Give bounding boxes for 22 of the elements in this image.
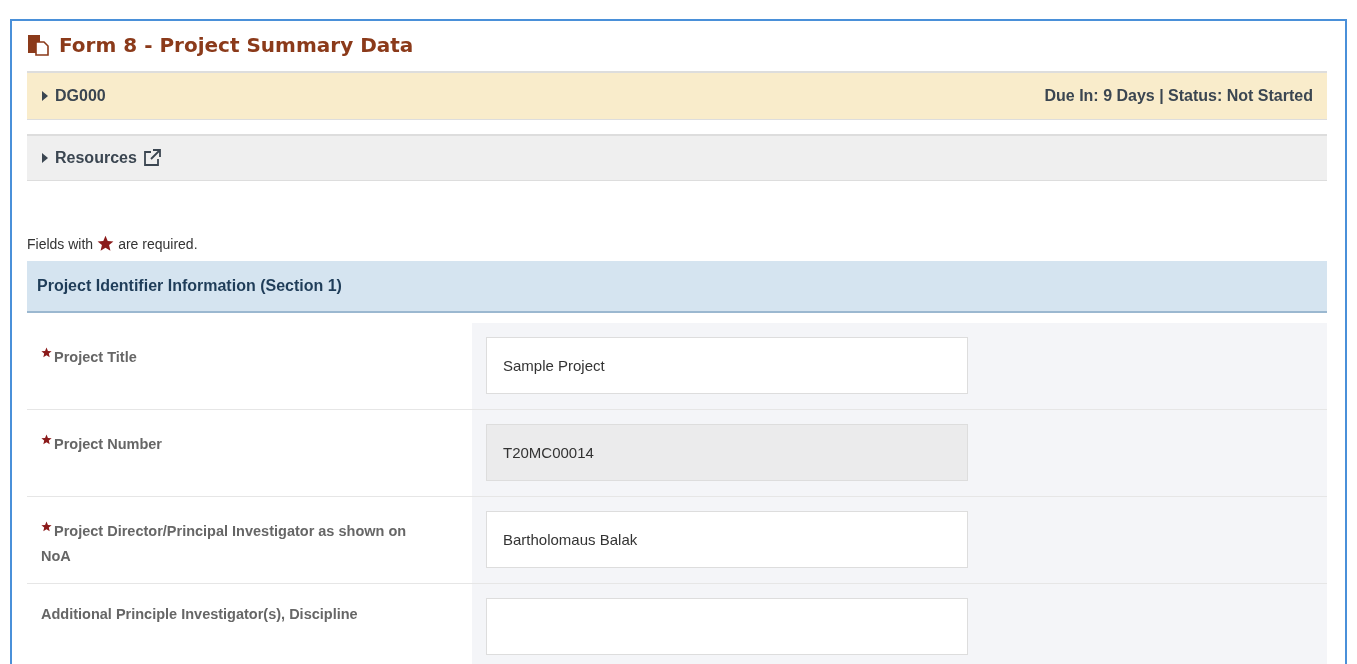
required-star-icon (41, 434, 52, 445)
due-status: Due In: 9 Days | Status: Not Started (1044, 87, 1313, 105)
field-label: Additional Principle Investigator(s), Discipline (40, 605, 359, 624)
required-star-icon (97, 235, 115, 252)
field-label: Project Number (27, 410, 472, 496)
external-link-icon (142, 149, 161, 167)
required-star-icon (41, 347, 52, 358)
note-text: Fields with (27, 235, 94, 252)
text-field[interactable]: Sample Project (486, 337, 968, 394)
required-star-icon (41, 521, 52, 532)
field-label: Project Title (27, 323, 472, 409)
note-text: are required. (118, 235, 198, 252)
text-field[interactable]: Bartholomaus Balak (486, 511, 968, 568)
panel-toggle[interactable]: Resources (41, 149, 161, 167)
caret-icon (41, 153, 49, 163)
form-icon (27, 34, 49, 56)
field-label: Project Director/Principal Investigator as shown on NoA (40, 520, 408, 566)
form-title: Form 8 - Project Summary Data (59, 33, 414, 57)
section-header: Project Identifier Information (Section 1) (27, 261, 1327, 313)
caret-icon (41, 91, 49, 101)
panel-toggle[interactable]: DG000 (41, 87, 106, 105)
text-field[interactable] (486, 598, 968, 655)
